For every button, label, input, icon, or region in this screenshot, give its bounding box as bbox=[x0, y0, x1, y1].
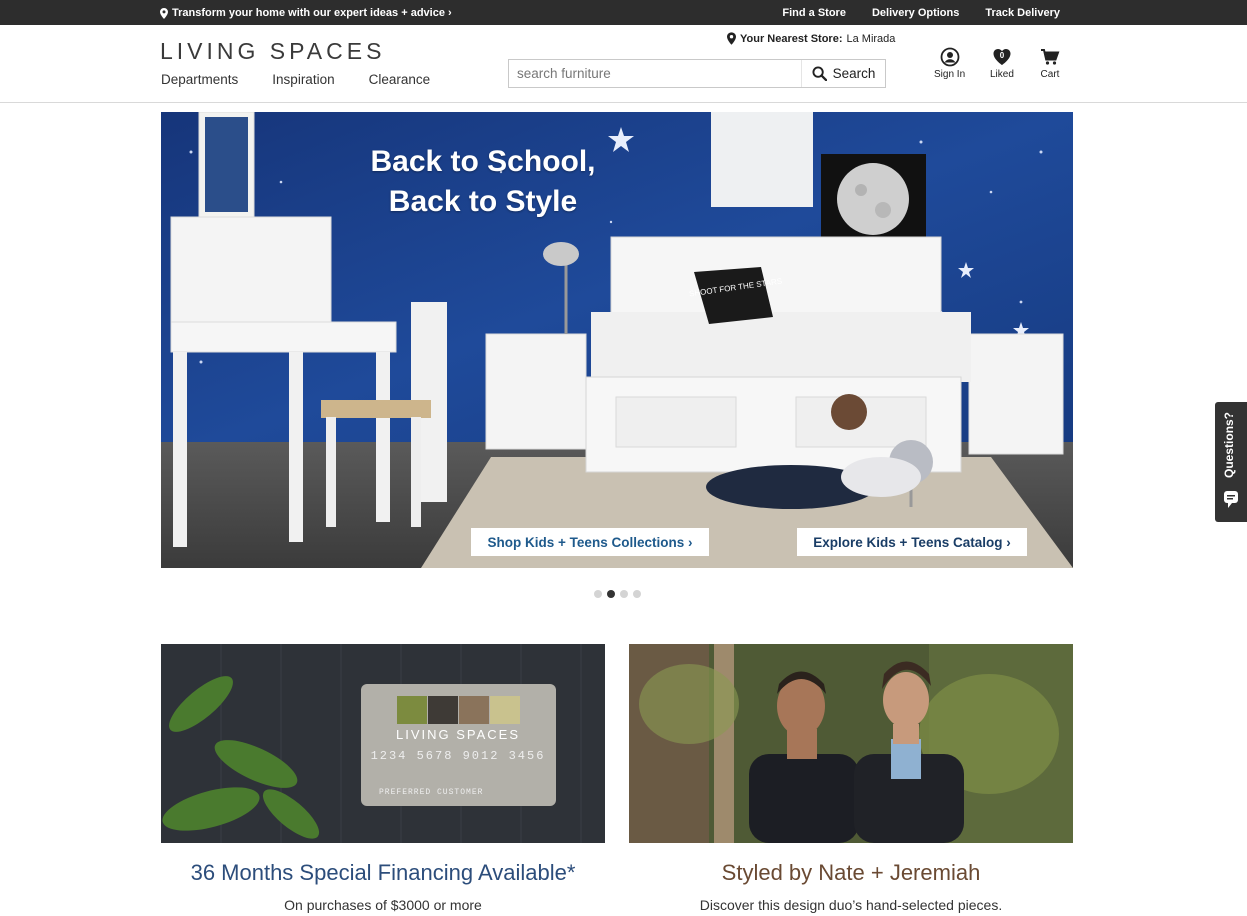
questions-label: Questions? bbox=[1222, 411, 1236, 478]
card-brand: LIVING SPACES bbox=[396, 727, 520, 742]
shop-kids-teens-button[interactable]: Shop Kids + Teens Collections › bbox=[471, 528, 709, 556]
card-number: 1234 5678 9012 3456 bbox=[371, 749, 546, 763]
nav-inspiration[interactable]: Inspiration bbox=[272, 72, 334, 87]
location-pin-icon bbox=[160, 7, 168, 19]
financing-title[interactable]: 36 Months Special Financing Available* bbox=[161, 860, 605, 886]
questions-tab[interactable]: Questions? bbox=[1215, 402, 1247, 522]
designers-title[interactable]: Styled by Nate + Jeremiah bbox=[629, 860, 1073, 886]
sign-in-button[interactable]: Sign In bbox=[934, 47, 965, 80]
hero-banner[interactable]: SHOOT FOR THE STARS Back to School, Back… bbox=[161, 112, 1073, 568]
sign-in-label: Sign In bbox=[934, 69, 966, 80]
designers-promo-image[interactable] bbox=[629, 644, 1073, 843]
store-name: La Mirada bbox=[846, 32, 896, 45]
hero-headline-line2: Back to Style bbox=[388, 185, 578, 218]
nav-departments[interactable]: Departments bbox=[161, 72, 238, 87]
search-button-label: Search bbox=[832, 66, 876, 81]
search-input[interactable] bbox=[509, 60, 801, 87]
carousel-dot[interactable] bbox=[633, 590, 641, 598]
carousel-dots bbox=[594, 590, 641, 598]
search-button[interactable]: Search bbox=[801, 60, 885, 87]
financing-subtitle: On purchases of $3000 or more bbox=[284, 897, 482, 913]
carousel-dot-active[interactable] bbox=[607, 590, 615, 598]
cart-label: Cart bbox=[1040, 69, 1060, 80]
explore-catalog-button[interactable]: Explore Kids + Teens Catalog › bbox=[797, 528, 1027, 556]
liked-button[interactable]: 0 Liked bbox=[990, 47, 1014, 80]
card-label: PREFERRED CUSTOMER bbox=[379, 788, 483, 797]
search-bar: Search bbox=[508, 59, 886, 88]
financing-promo-image[interactable]: LIVING SPACES 1234 5678 9012 3456 PREFER… bbox=[161, 644, 605, 843]
financing-image: LIVING SPACES 1234 5678 9012 3456 PREFER… bbox=[161, 644, 605, 843]
user-icon bbox=[940, 47, 959, 67]
hero-headline-line1: Back to School, bbox=[370, 145, 596, 178]
delivery-options-link[interactable]: Delivery Options bbox=[872, 7, 959, 19]
cart-icon bbox=[1041, 49, 1060, 65]
location-pin-icon bbox=[727, 32, 736, 45]
nearest-store[interactable]: Your Nearest Store: La Mirada bbox=[727, 32, 895, 45]
top-promo-text: Transform your home with our expert idea… bbox=[172, 7, 452, 19]
store-label: Your Nearest Store: bbox=[740, 32, 843, 45]
cart-button[interactable]: Cart bbox=[1040, 47, 1060, 80]
liked-count: 0 bbox=[1000, 51, 1005, 60]
top-bar: Transform your home with our expert idea… bbox=[0, 0, 1247, 25]
carousel-dot[interactable] bbox=[620, 590, 628, 598]
designers-subtitle: Discover this design duo’s hand-selected… bbox=[699, 897, 1003, 913]
nav-clearance[interactable]: Clearance bbox=[369, 72, 431, 87]
main-nav: Departments Inspiration Clearance bbox=[161, 72, 430, 87]
site-header: LIVING SPACES Departments Inspiration Cl… bbox=[0, 25, 1247, 103]
site-logo[interactable]: LIVING SPACES bbox=[160, 38, 385, 65]
track-delivery-link[interactable]: Track Delivery bbox=[985, 7, 1060, 19]
top-promo-link[interactable]: Transform your home with our expert idea… bbox=[160, 7, 452, 19]
search-icon bbox=[812, 66, 827, 81]
designers-image bbox=[629, 644, 1073, 843]
find-store-link[interactable]: Find a Store bbox=[782, 7, 846, 19]
liked-label: Liked bbox=[990, 69, 1014, 80]
heart-icon: 0 bbox=[993, 49, 1011, 65]
carousel-dot[interactable] bbox=[594, 590, 602, 598]
chat-icon bbox=[1224, 491, 1238, 508]
hero-headline: Back to School, Back to Style bbox=[341, 142, 625, 222]
